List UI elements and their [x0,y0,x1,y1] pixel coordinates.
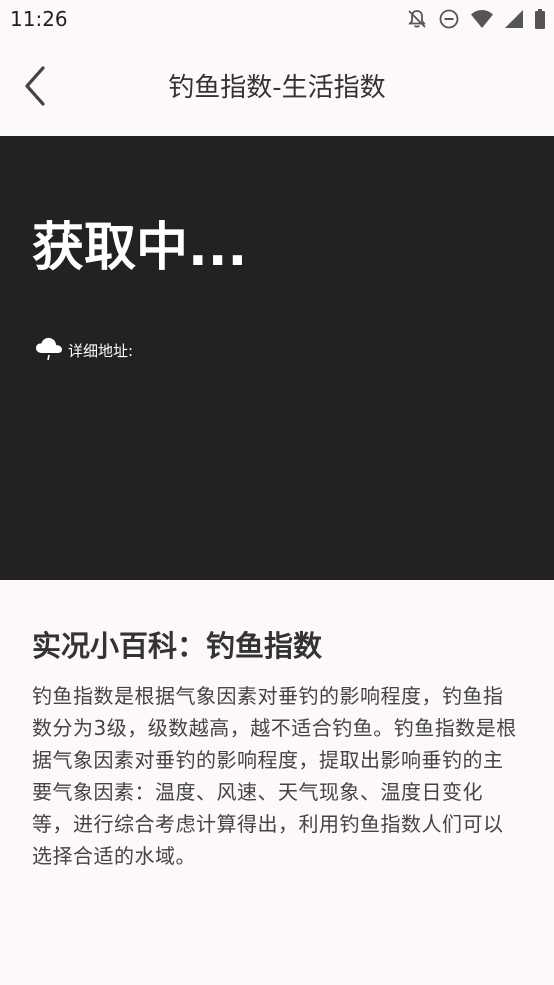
address-row: 详细地址: [34,336,133,364]
battery-icon [534,8,546,30]
encyclopedia-section: 实况小百科：钓鱼指数 钓鱼指数是根据气象因素对垂钓的影响程度，钓鱼指数分为3级，… [32,626,522,872]
notifications-off-icon [406,8,428,30]
encyclopedia-title: 实况小百科：钓鱼指数 [32,629,323,663]
weather-status-text: 获取中... [32,218,248,278]
cloud-rain-icon [34,335,64,365]
address-label: 详细地址: [68,341,134,360]
wifi-icon [470,8,494,30]
back-button[interactable] [16,64,56,112]
status-icons [406,8,546,30]
status-time: 11:26 [10,7,68,31]
page-title: 钓鱼指数-生活指数 [168,73,386,103]
do-not-disturb-icon [438,8,460,30]
chevron-left-icon [23,65,49,111]
app-bar: 钓鱼指数-生活指数 [0,40,554,136]
encyclopedia-body: 钓鱼指数是根据气象因素对垂钓的影响程度，钓鱼指数分为3级，级数越高，越不适合钓鱼… [32,684,517,868]
weather-panel: 获取中... 详细地址: [0,136,554,580]
cellular-signal-icon [504,8,524,30]
status-bar: 11:26 [0,0,554,40]
